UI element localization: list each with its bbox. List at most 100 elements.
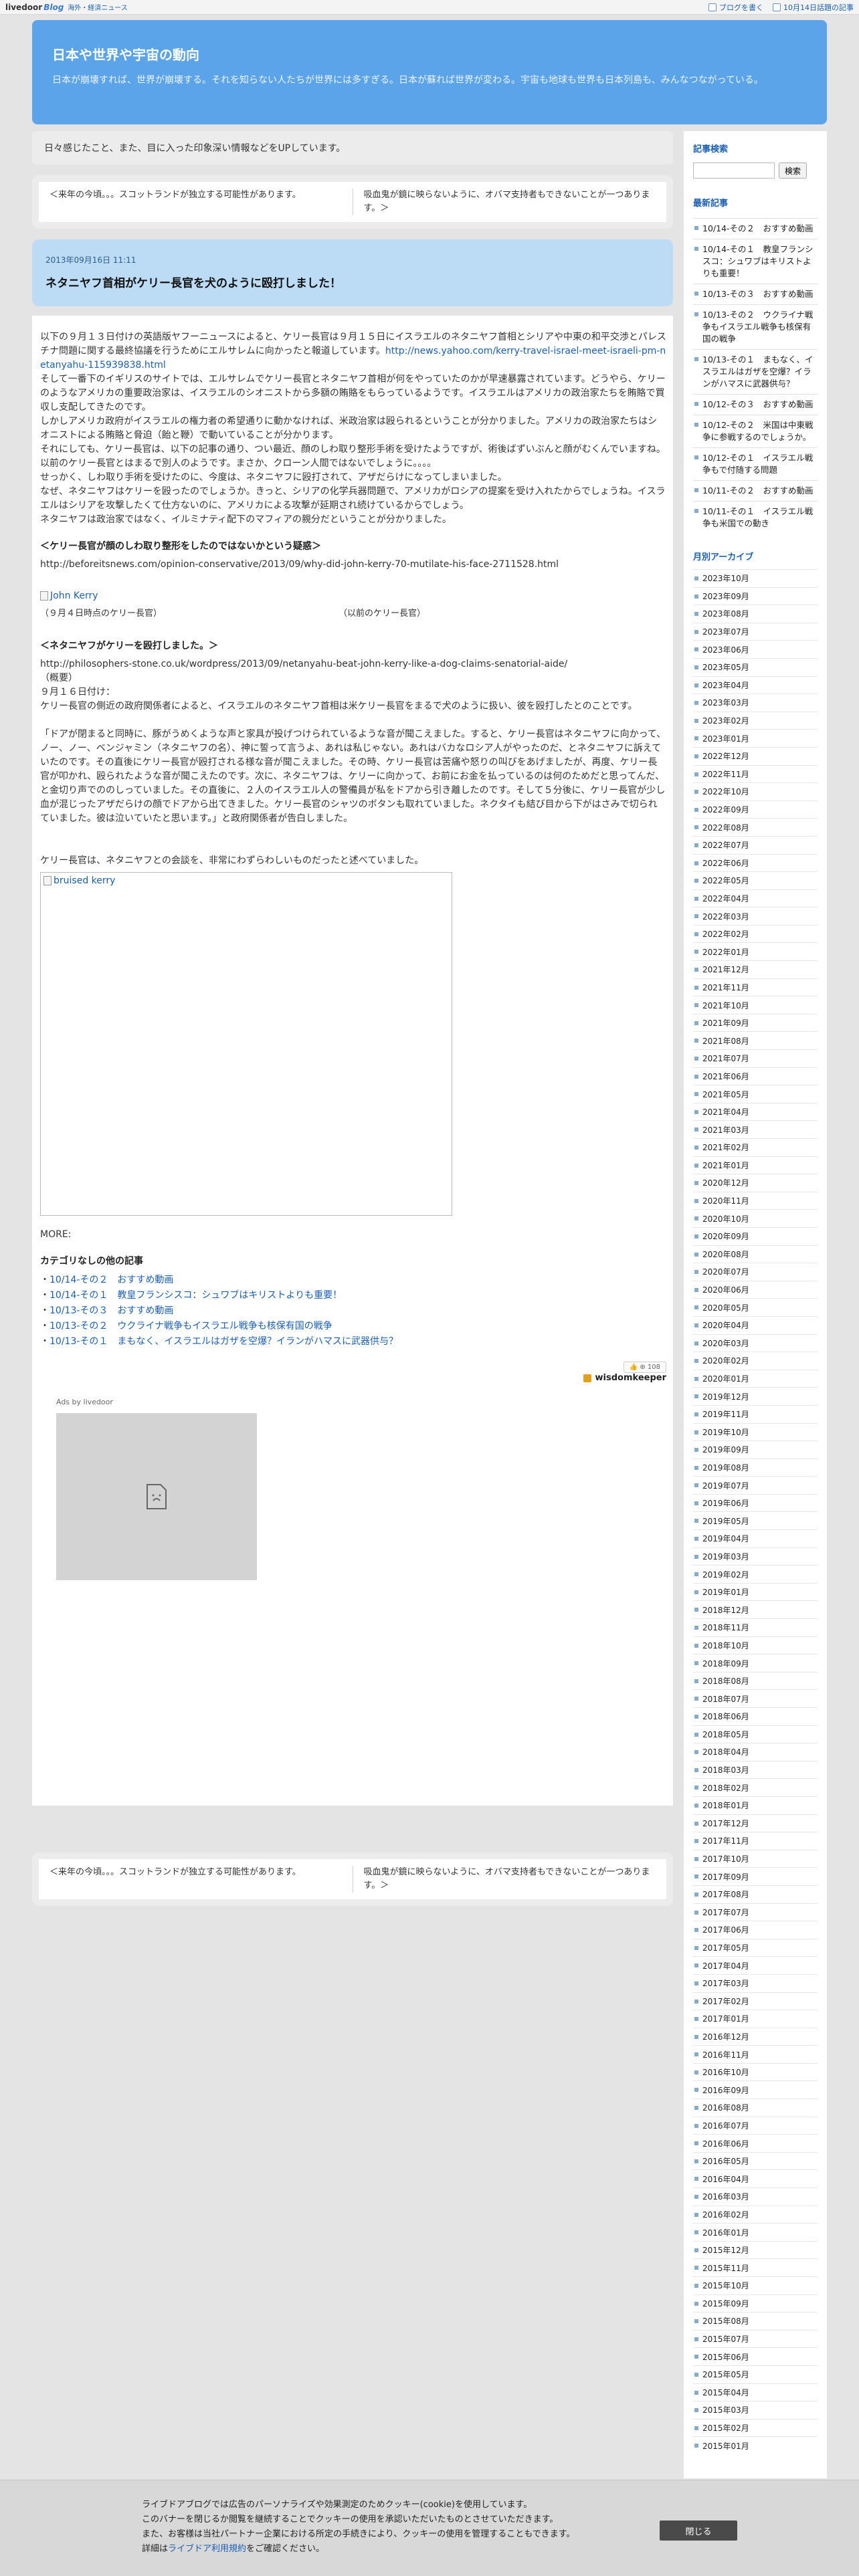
archive-link[interactable]: 2015年11月 <box>702 2262 749 2274</box>
recent-post-link[interactable]: 10/11-その１ イスラエル戦争も米国での動き <box>702 506 813 528</box>
archive-link[interactable]: 2019年09月 <box>702 1444 749 1455</box>
archive-link[interactable]: 2016年05月 <box>702 2155 749 2167</box>
prev-post-link[interactable]: ＜来年の今頃。。。スコットランドが独立する可能性があります。 <box>50 190 301 200</box>
archive-link[interactable]: 2023年01月 <box>702 733 749 744</box>
archive-link[interactable]: 2020年12月 <box>702 1177 749 1188</box>
archive-link[interactable]: 2016年02月 <box>702 2209 749 2220</box>
archive-link[interactable]: 2017年01月 <box>702 2013 749 2024</box>
archive-link[interactable]: 2020年10月 <box>702 1213 749 1224</box>
archive-link[interactable]: 2019年06月 <box>702 1497 749 1509</box>
recent-post-link[interactable]: 10/13-その２ ウクライナ戦争もイスラエル戦争も核保有国の戦争 <box>702 310 813 344</box>
recent-post-link[interactable]: 10/12-その２ 米国は中東戦争に参戦するのでしょうか。 <box>702 420 814 442</box>
related-link[interactable]: 10/14-その２ おすすめ動画 <box>50 1275 173 1285</box>
next-post-link[interactable]: 吸血鬼が鏡に映らないように、オバマ支持者もできないことが一つあります。＞ <box>364 1867 650 1891</box>
archive-link[interactable]: 2023年04月 <box>702 679 749 691</box>
archive-link[interactable]: 2022年05月 <box>702 875 749 886</box>
search-button[interactable]: 検索 <box>779 163 807 179</box>
archive-link[interactable]: 2019年05月 <box>702 1515 749 1527</box>
archive-link[interactable]: 2015年09月 <box>702 2298 749 2309</box>
archive-link[interactable]: 2022年08月 <box>702 822 749 833</box>
archive-link[interactable]: 2020年08月 <box>702 1249 749 1260</box>
archive-link[interactable]: 2015年07月 <box>702 2333 749 2345</box>
recent-post-link[interactable]: 10/13-その１ まもなく、イスラエルはガザを空爆？イランがハマスに武器供与？ <box>702 354 814 389</box>
archive-link[interactable]: 2018年05月 <box>702 1729 749 1740</box>
archive-link[interactable]: 2021年10月 <box>702 1000 749 1011</box>
archive-link[interactable]: 2018年03月 <box>702 1764 749 1776</box>
ad-box[interactable] <box>56 1413 257 1580</box>
cookie-close-button[interactable]: 閉じる <box>660 2520 737 2541</box>
archive-link[interactable]: 2021年09月 <box>702 1017 749 1029</box>
archive-link[interactable]: 2016年08月 <box>702 2102 749 2113</box>
post-title[interactable]: ネタニヤフ首相がケリー長官を犬のように殴打しました！ <box>45 274 660 290</box>
archive-link[interactable]: 2016年12月 <box>702 2031 749 2042</box>
archive-link[interactable]: 2017年07月 <box>702 1907 749 1918</box>
archive-link[interactable]: 2020年04月 <box>702 1319 749 1331</box>
news-link[interactable]: 海外・経済ニュース <box>68 2 128 12</box>
archive-link[interactable]: 2015年04月 <box>702 2387 749 2398</box>
archive-link[interactable]: 2017年02月 <box>702 1996 749 2007</box>
archive-link[interactable]: 2021年02月 <box>702 1142 749 1153</box>
archive-link[interactable]: 2018年10月 <box>702 1640 749 1651</box>
archive-link[interactable]: 2021年03月 <box>702 1124 749 1136</box>
archive-link[interactable]: 2019年08月 <box>702 1462 749 1473</box>
related-link[interactable]: 10/13-その３ おすすめ動画 <box>50 1305 173 1316</box>
archive-link[interactable]: 2021年04月 <box>702 1106 749 1117</box>
archive-link[interactable]: 2015年08月 <box>702 2315 749 2327</box>
write-blog-link[interactable]: ブログを書く <box>708 2 763 13</box>
archive-link[interactable]: 2022年12月 <box>702 750 749 762</box>
archive-link[interactable]: 2020年01月 <box>702 1373 749 1384</box>
archive-link[interactable]: 2021年05月 <box>702 1089 749 1100</box>
archive-link[interactable]: 2021年01月 <box>702 1160 749 1171</box>
trending-link[interactable]: 10月14日話題の記事 <box>773 2 854 13</box>
archive-link[interactable]: 2018年02月 <box>702 1782 749 1794</box>
archive-link[interactable]: 2018年08月 <box>702 1675 749 1687</box>
archive-link[interactable]: 2020年11月 <box>702 1195 749 1206</box>
archive-link[interactable]: 2018年07月 <box>702 1693 749 1705</box>
archive-link[interactable]: 2017年10月 <box>702 1853 749 1864</box>
archive-link[interactable]: 2018年12月 <box>702 1604 749 1616</box>
archive-link[interactable]: 2016年03月 <box>702 2191 749 2202</box>
archive-link[interactable]: 2019年03月 <box>702 1551 749 1562</box>
archive-link[interactable]: 2015年05月 <box>702 2369 749 2380</box>
recent-post-link[interactable]: 10/11-その２ おすすめ動画 <box>702 486 814 496</box>
archive-link[interactable]: 2019年07月 <box>702 1480 749 1491</box>
blog-title[interactable]: 日本や世界や宇宙の動向 <box>52 44 807 64</box>
archive-link[interactable]: 2015年10月 <box>702 2280 749 2291</box>
archive-link[interactable]: 2023年05月 <box>702 661 749 673</box>
archive-link[interactable]: 2018年09月 <box>702 1658 749 1669</box>
related-link[interactable]: 10/13-その２ ウクライナ戦争もイスラエル戦争も核保有国の戦争 <box>50 1321 332 1331</box>
archive-link[interactable]: 2021年12月 <box>702 964 749 975</box>
archive-link[interactable]: 2018年04月 <box>702 1746 749 1757</box>
archive-link[interactable]: 2022年11月 <box>702 768 749 780</box>
archive-link[interactable]: 2020年02月 <box>702 1355 749 1366</box>
archive-link[interactable]: 2019年01月 <box>702 1586 749 1598</box>
related-link[interactable]: 10/13-その１ まもなく、イスラエルはガザを空爆？イランがハマスに武器供与？ <box>50 1336 398 1347</box>
archive-link[interactable]: 2019年10月 <box>702 1426 749 1438</box>
archive-link[interactable]: 2023年09月 <box>702 591 749 602</box>
archive-link[interactable]: 2018年01月 <box>702 1800 749 1811</box>
archive-link[interactable]: 2017年03月 <box>702 1977 749 1989</box>
archive-link[interactable]: 2020年03月 <box>702 1337 749 1349</box>
archive-link[interactable]: 2023年07月 <box>702 626 749 637</box>
archive-link[interactable]: 2020年06月 <box>702 1284 749 1295</box>
livedoor-logo[interactable]: livedoor <box>5 3 42 12</box>
archive-link[interactable]: 2021年07月 <box>702 1053 749 1064</box>
archive-link[interactable]: 2023年10月 <box>702 572 749 584</box>
archive-link[interactable]: 2017年04月 <box>702 1960 749 1971</box>
archive-link[interactable]: 2018年06月 <box>702 1711 749 1722</box>
archive-link[interactable]: 2023年03月 <box>702 697 749 708</box>
archive-link[interactable]: 2019年04月 <box>702 1533 749 1544</box>
next-post-link[interactable]: 吸血鬼が鏡に映らないように、オバマ支持者もできないことが一つあります。＞ <box>364 190 650 213</box>
archive-link[interactable]: 2020年07月 <box>702 1266 749 1277</box>
archive-link[interactable]: 2021年08月 <box>702 1035 749 1047</box>
archive-link[interactable]: 2022年10月 <box>702 786 749 797</box>
archive-link[interactable]: 2020年05月 <box>702 1302 749 1313</box>
blog-logo[interactable]: Blog <box>43 3 64 12</box>
archive-link[interactable]: 2022年04月 <box>702 893 749 904</box>
recent-post-link[interactable]: 10/13-その３ おすすめ動画 <box>702 289 814 299</box>
archive-link[interactable]: 2017年11月 <box>702 1835 749 1846</box>
archive-link[interactable]: 2018年11月 <box>702 1622 749 1633</box>
terms-link[interactable]: ライブドア利用規約 <box>168 2544 246 2554</box>
archive-link[interactable]: 2022年01月 <box>702 946 749 958</box>
archive-link[interactable]: 2020年09月 <box>702 1230 749 1242</box>
